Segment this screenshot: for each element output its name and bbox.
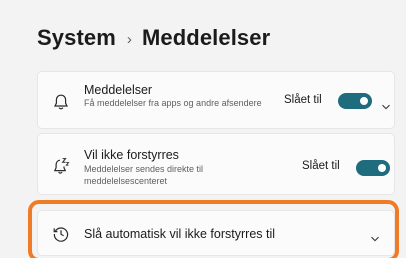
chevron-down-icon[interactable] [369, 230, 381, 242]
auto-do-not-disturb-title: Slå automatisk vil ikke forstyrres til [84, 227, 276, 241]
breadcrumb: System › Meddelelser [37, 22, 270, 54]
toggle-knob [360, 97, 368, 105]
notifications-setting-row[interactable]: Meddelelser Få meddelelser fra apps og a… [37, 71, 395, 129]
auto-do-not-disturb-row[interactable]: Slå automatisk vil ikke forstyrres til [37, 210, 395, 256]
do-not-disturb-description: Meddelelser sendes direkte til meddelels… [84, 164, 204, 186]
do-not-disturb-title: Vil ikke forstyrres [84, 148, 179, 162]
notifications-description: Få meddelelser fra apps og andre afsende… [84, 98, 262, 108]
bell-icon [52, 93, 70, 111]
notifications-toggle[interactable] [338, 93, 372, 109]
notifications-state-label: Slået til [284, 94, 322, 106]
clock-icon [52, 225, 70, 243]
toggle-knob [378, 164, 386, 172]
notifications-title: Meddelelser [84, 83, 153, 97]
page-title: Meddelelser [141, 25, 271, 50]
do-not-disturb-setting-row: Vil ikke forstyrres Meddelelser sendes d… [37, 133, 395, 195]
do-not-disturb-state-label: Slået til [302, 160, 340, 172]
do-not-disturb-toggle[interactable] [356, 160, 390, 176]
breadcrumb-separator: › [126, 30, 132, 48]
breadcrumb-system[interactable]: System [37, 25, 116, 51]
settings-page: System › Meddelelser Meddelelser Få medd… [0, 0, 406, 258]
chevron-down-icon[interactable] [380, 98, 392, 110]
bell-snooze-icon [52, 157, 70, 175]
